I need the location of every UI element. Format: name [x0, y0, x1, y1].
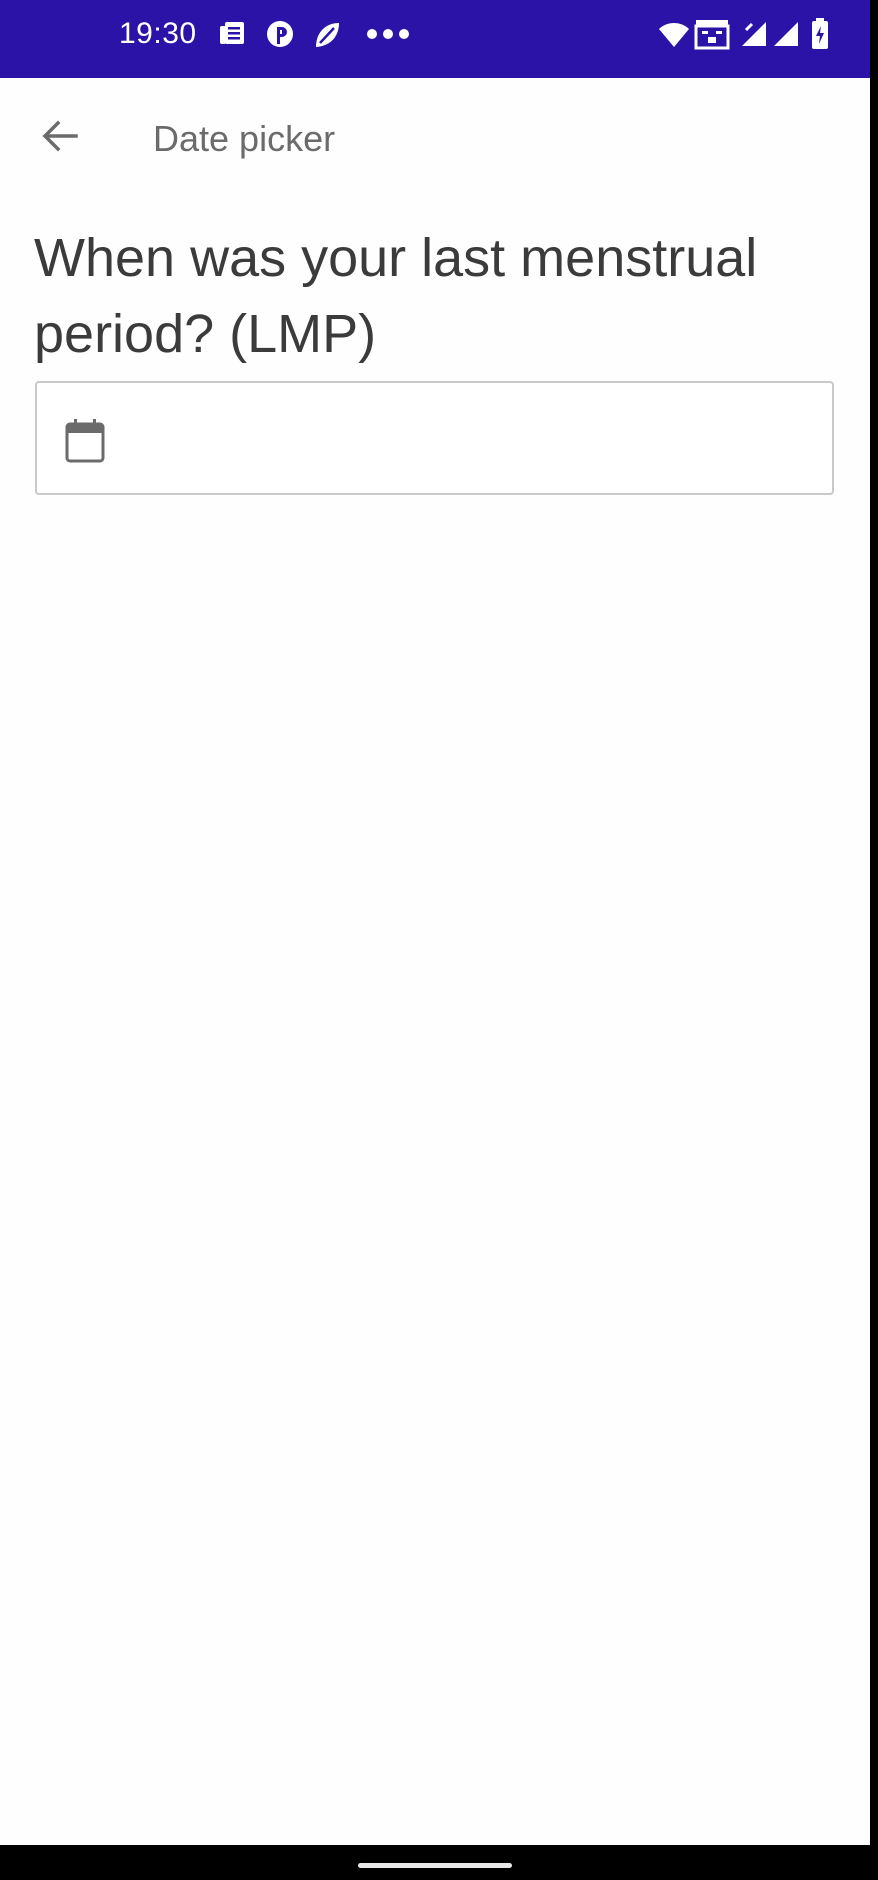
leaf-icon: [312, 20, 342, 48]
status-bar: 19:30: [0, 0, 870, 78]
battery-icon: [811, 18, 829, 49]
page-title: Date picker: [153, 118, 336, 159]
date-input[interactable]: [137, 383, 817, 493]
navigation-handle[interactable]: [358, 1863, 512, 1868]
signal-icon: [740, 20, 768, 48]
back-button[interactable]: [30, 106, 90, 166]
app-screen: 19:30 Date picker When was your last men…: [0, 0, 870, 1845]
question-text: When was your last menstrual period? (LM…: [34, 228, 758, 364]
app-bar: Date picker: [0, 78, 870, 202]
wifi-icon: [658, 22, 690, 50]
news-icon: [218, 20, 246, 48]
date-field[interactable]: [35, 381, 834, 495]
calendar-icon[interactable]: [65, 419, 105, 463]
signal-icon: [772, 20, 800, 48]
more-dots-icon: [366, 28, 410, 56]
pinterest-icon: [265, 20, 295, 48]
status-time: 19:30: [119, 17, 197, 50]
arrow-back-icon: [42, 120, 78, 152]
data-saver-icon: [694, 18, 730, 50]
